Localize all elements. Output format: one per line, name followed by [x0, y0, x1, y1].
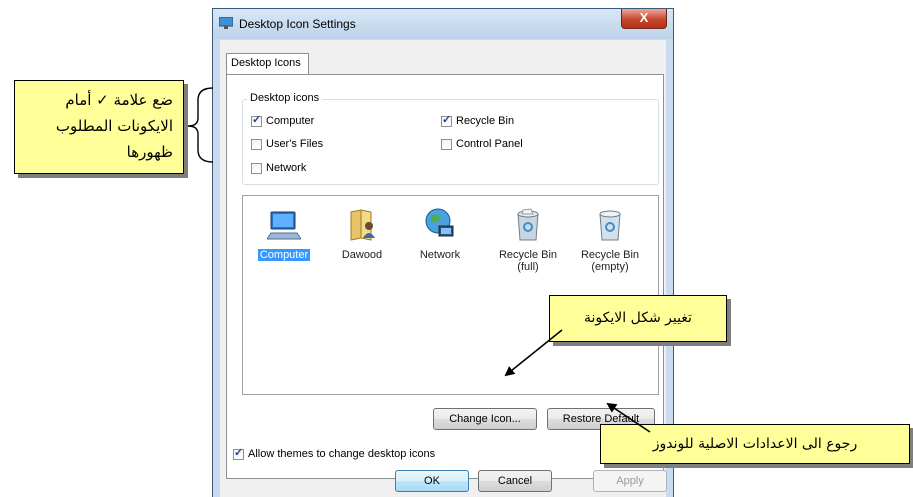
desktop-icons-group-label: Desktop icons [247, 92, 323, 104]
note-line: ظهورها [126, 143, 173, 161]
ok-button[interactable]: OK [395, 470, 469, 492]
computer-icon [266, 211, 302, 240]
checkbox-box[interactable] [233, 446, 244, 460]
checkbox-control-panel[interactable]: Control Panel [441, 138, 523, 150]
title-bar[interactable]: Desktop Icon Settings X [213, 9, 673, 39]
annotation-restore-note: رجوع الى الاعدادات الاصلية للوندوز [600, 424, 910, 464]
checkbox-box[interactable] [251, 138, 262, 150]
icon-label: Dawood [341, 249, 383, 261]
desktop-settings-icon [219, 17, 233, 29]
allow-themes-checkbox[interactable]: Allow themes to change desktop icons [233, 446, 436, 460]
icon-label: Computer [257, 249, 311, 261]
change-icon-button[interactable]: Change Icon... [433, 408, 537, 430]
icon-label: Recycle Bin (full) [498, 249, 558, 273]
brace-connector [187, 87, 214, 163]
recycle-bin-empty-icon [599, 210, 621, 241]
list-item-recycle-bin-full[interactable]: Recycle Bin (full) [489, 206, 567, 273]
list-item-recycle-bin-empty[interactable]: Recycle Bin (empty) [571, 206, 649, 273]
checkbox-box[interactable] [251, 162, 262, 174]
checkbox-box[interactable] [441, 113, 452, 127]
apply-button[interactable]: Apply [593, 470, 667, 492]
note-line: الايكونات المطلوب [55, 117, 173, 135]
tab-desktop-icons[interactable]: Desktop Icons [226, 53, 309, 74]
allow-themes-label: Allow themes to change desktop icons [248, 448, 436, 460]
list-item-network[interactable]: Network [403, 206, 477, 261]
network-icon [425, 208, 454, 237]
recycle-bin-full-icon [517, 208, 539, 241]
desktop-icons-group: Computer User's Files Network Recycle Bi… [242, 99, 659, 185]
checkbox-label: Computer [266, 115, 315, 127]
list-item-user-folder[interactable]: Dawood [325, 206, 399, 261]
cancel-button[interactable]: Cancel [478, 470, 552, 492]
list-item-computer[interactable]: Computer [247, 206, 321, 261]
checkbox-network[interactable]: Network [251, 162, 306, 174]
checkbox-box[interactable] [441, 138, 452, 150]
checkbox-label: Network [266, 162, 307, 174]
checkbox-users-files[interactable]: User's Files [251, 138, 323, 150]
window-title: Desktop Icon Settings [239, 17, 356, 31]
annotation-checkmark-note: ضع علامة ✓ أمام الايكونات المطلوب ظهورها [14, 80, 184, 174]
checkbox-label: User's Files [266, 138, 324, 150]
checkbox-recycle-bin[interactable]: Recycle Bin [441, 113, 515, 127]
user-folder-icon [350, 209, 375, 241]
close-button[interactable]: X [621, 9, 667, 29]
checkbox-label: Recycle Bin [456, 115, 515, 127]
annotation-change-icon-note: تغيير شكل الايكونة [549, 295, 727, 342]
checkbox-box[interactable] [251, 113, 262, 127]
checkbox-label: Control Panel [456, 138, 523, 150]
icon-label: Network [419, 249, 461, 261]
checkbox-computer[interactable]: Computer [251, 113, 315, 127]
icon-label: Recycle Bin (empty) [580, 249, 640, 273]
note-line: ضع علامة ✓ أمام [65, 91, 173, 109]
tab-panel: Desktop icons Computer User's Files Netw… [226, 74, 664, 479]
